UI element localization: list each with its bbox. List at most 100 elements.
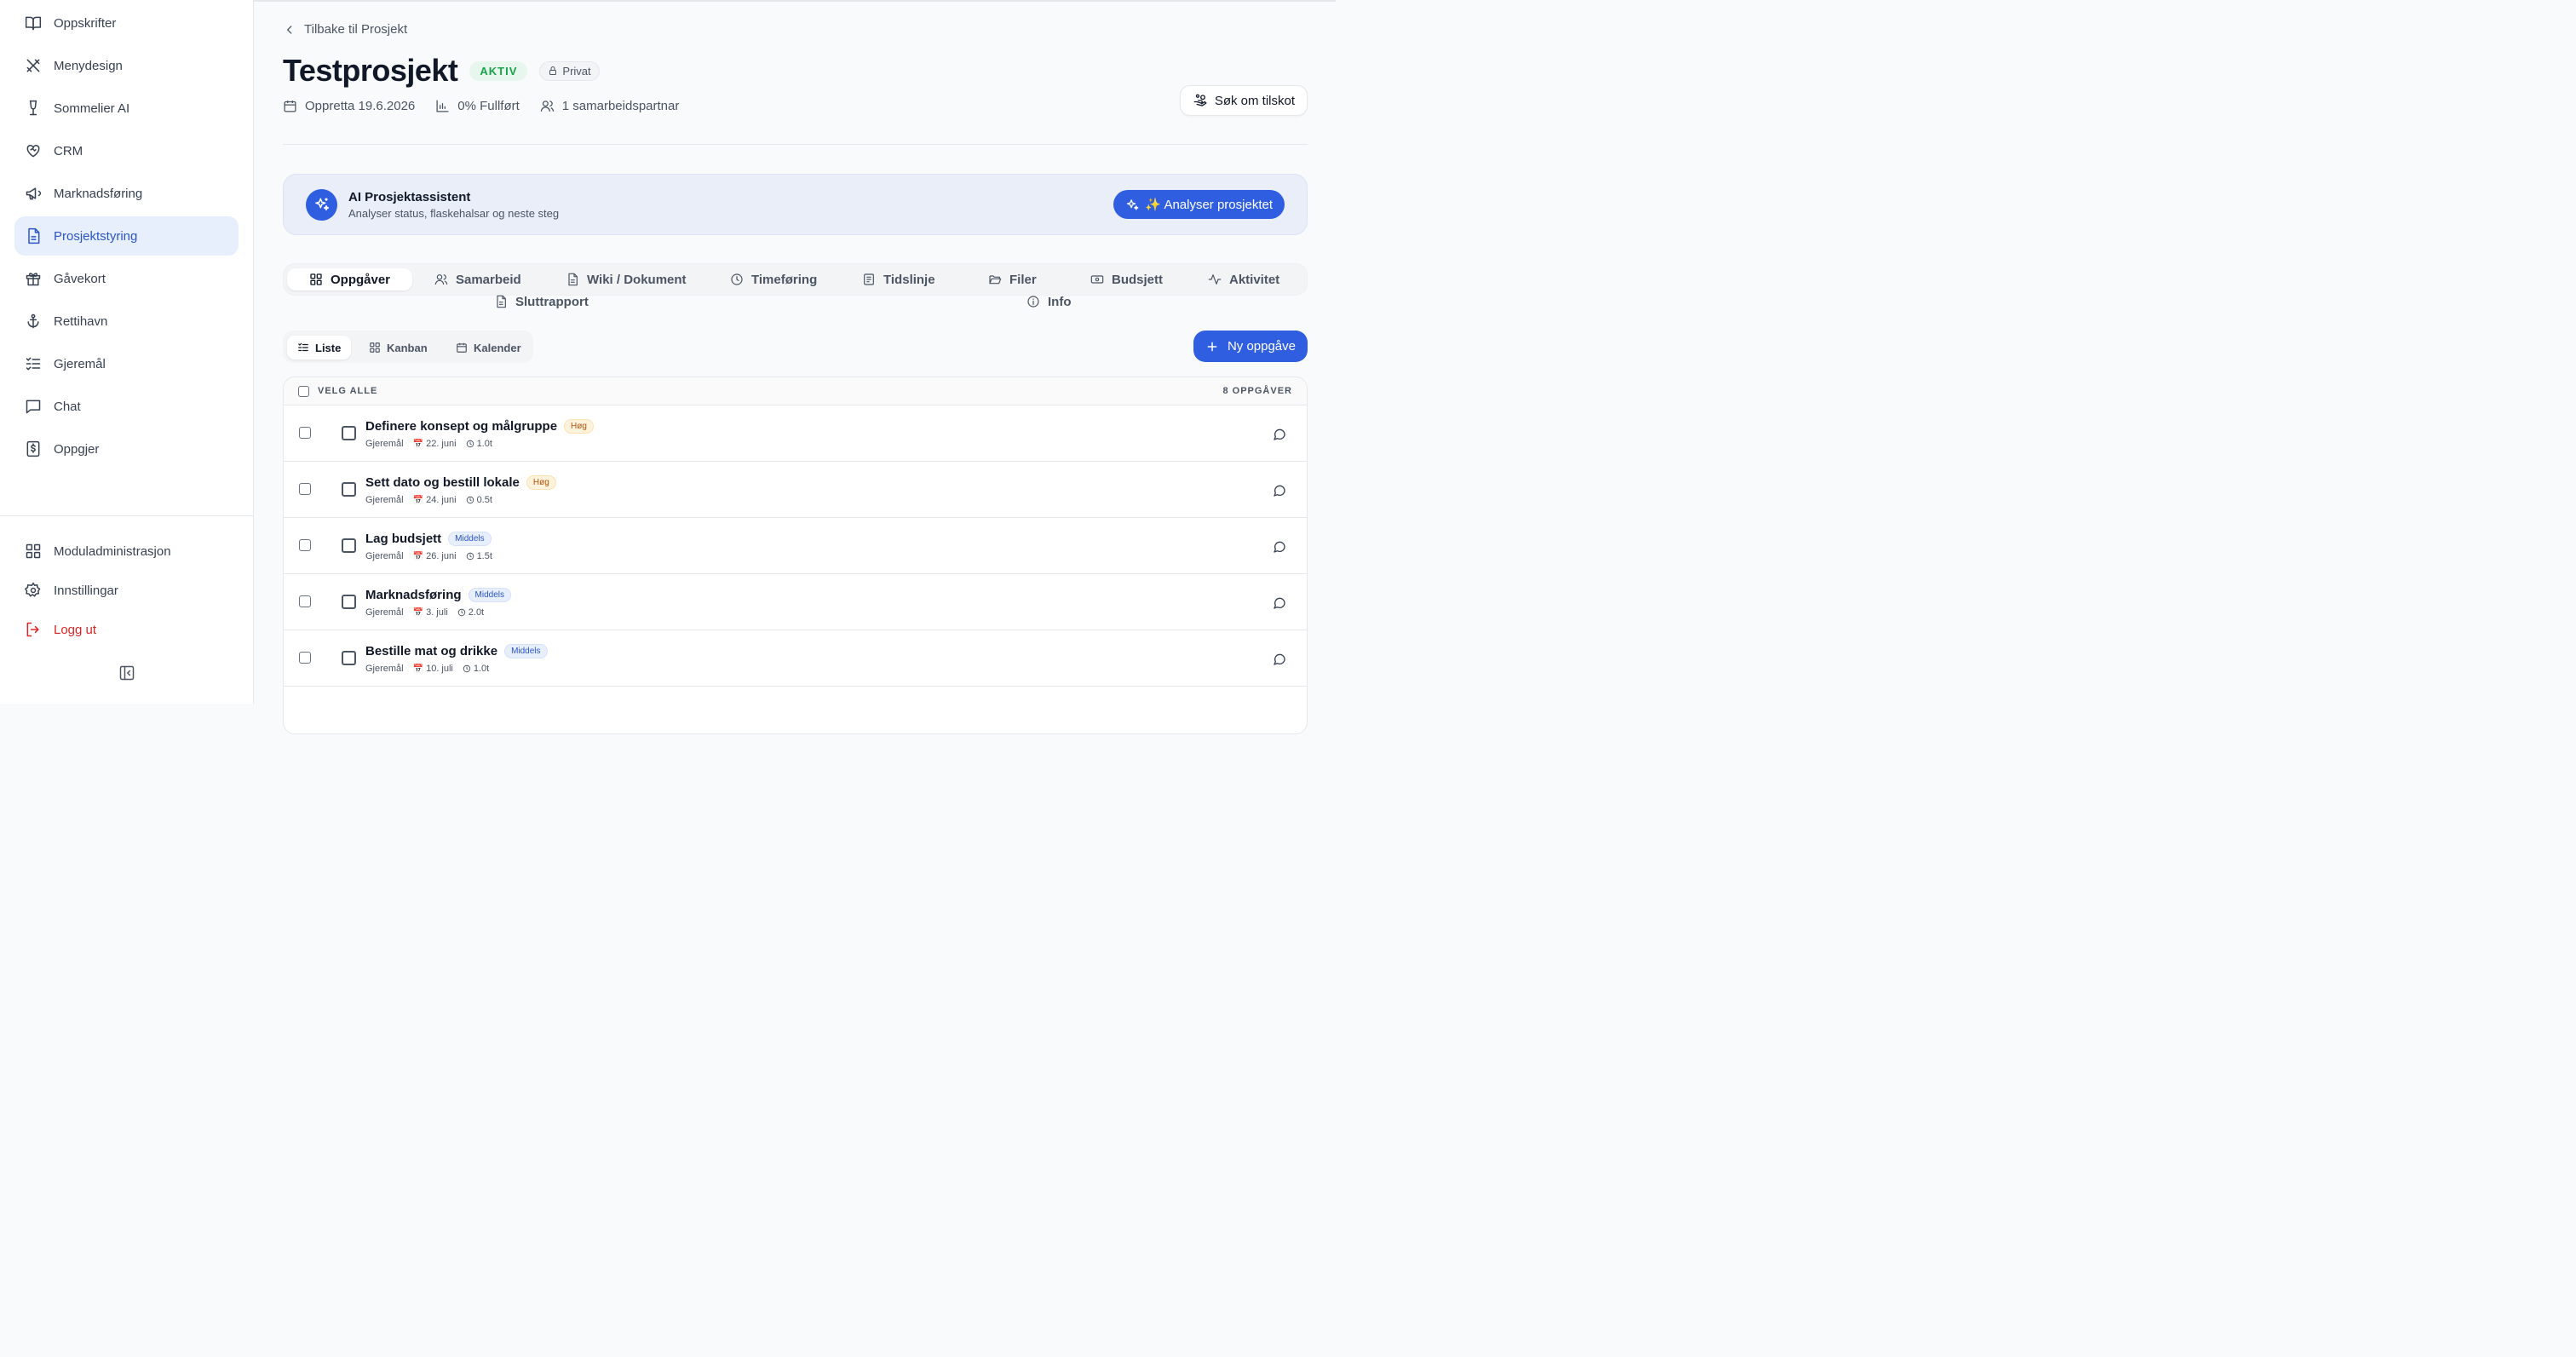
sidebar-item-gjeremal[interactable]: Gjeremål [14, 344, 239, 383]
hand-coins-icon [1193, 94, 1207, 106]
task-hours: 1.0t [463, 664, 489, 674]
view-list-button[interactable]: Liste [287, 336, 352, 359]
task-category: Gjeremål [365, 664, 404, 674]
comment-button[interactable] [1273, 653, 1286, 666]
calendar-emoji-icon: 📅 [412, 607, 424, 618]
comment-button[interactable] [1273, 428, 1286, 441]
task-count: 8 OPPGÅVER [1222, 386, 1292, 396]
task-name[interactable]: Marknadsføring [365, 588, 462, 602]
comment-icon [1274, 597, 1285, 609]
sidebar-item-gavekort[interactable]: Gåvekort [14, 259, 239, 298]
new-task-button[interactable]: Ny oppgåve [1193, 331, 1308, 362]
view-calendar-button[interactable]: Kalender [446, 336, 532, 359]
sidebar-item-marknadsforing[interactable]: Marknadsføring [14, 174, 239, 213]
task-name[interactable]: Lag budsjett [365, 532, 441, 546]
tab-aktivitet[interactable]: Aktivitet [1208, 268, 1279, 290]
clock-icon [466, 552, 474, 561]
document-icon [28, 227, 40, 244]
sidebar-item-label: Marknadsføring [54, 186, 143, 201]
task-complete-checkbox[interactable] [342, 538, 356, 553]
task-complete-checkbox[interactable] [342, 426, 356, 440]
tab-info[interactable]: Info [1026, 290, 1072, 313]
task-date: 22. juni [426, 439, 457, 449]
apply-grant-button[interactable]: Søk om tilskot [1179, 85, 1308, 116]
sidebar-item-chat[interactable]: Chat [14, 387, 239, 426]
row-select-checkbox[interactable] [299, 595, 311, 607]
clock-icon [731, 273, 743, 285]
tab-budsjett[interactable]: Budsjett [1090, 268, 1163, 290]
sidebar-collapse-button[interactable] [118, 664, 135, 681]
sidebar-item-oppgjer[interactable]: Oppgjer [14, 429, 239, 469]
sidebar-item-prosjektstyring[interactable]: Prosjektstyring [14, 216, 239, 256]
tab-wiki[interactable]: Wiki / Dokument [566, 268, 687, 290]
privacy-badge-label: Privat [562, 64, 591, 78]
sidebar-item-label: Logg ut [54, 622, 97, 637]
tab-oppgaver[interactable]: Oppgåver [287, 268, 413, 290]
calendar-emoji-icon: 📅 [412, 495, 424, 505]
sidebar-item-moduladministrasjon[interactable]: Moduladministrasjon [14, 533, 239, 569]
table-row[interactable]: Sett dato og bestill lokale Høg Gjeremål… [284, 462, 1307, 518]
row-select-checkbox[interactable] [299, 483, 311, 495]
megaphone-icon [26, 187, 42, 200]
back-link[interactable]: Tilbake til Prosjekt [284, 22, 407, 37]
calendar-icon [284, 101, 296, 112]
sidebar-item-logout[interactable]: Logg ut [14, 612, 239, 647]
analyze-project-button[interactable]: ✨ Analyser prosjektet [1113, 190, 1285, 219]
clock-icon [466, 440, 474, 448]
task-name[interactable]: Bestille mat og drikke [365, 644, 497, 658]
sidebar-item-label: Sommelier AI [54, 101, 130, 116]
view-kanban-button[interactable]: Kanban [359, 336, 438, 359]
table-row[interactable]: Marknadsføring Middels Gjeremål 📅 3. jul… [284, 574, 1307, 630]
sidebar-item-innstillingar[interactable]: Innstillingar [14, 572, 239, 608]
task-due: 📅 22. juni [413, 439, 457, 449]
task-name[interactable]: Sett dato og bestill lokale [365, 475, 520, 490]
row-select-checkbox[interactable] [299, 427, 311, 439]
sidebar: Oppskrifter Menydesign Sommelier AI CRM … [0, 0, 254, 704]
sidebar-item-crm[interactable]: CRM [14, 131, 239, 170]
header-divider [283, 144, 1308, 145]
task-date: 24. juni [426, 495, 457, 505]
table-row[interactable]: Bestille mat og drikke Middels Gjeremål … [284, 630, 1307, 687]
sidebar-collapse-icon [119, 665, 135, 681]
tab-timeforing[interactable]: Timeføring [730, 268, 817, 290]
project-meta: Oppretta 19.6.2026 0% Fullført 1 samarbe… [283, 99, 679, 113]
row-select-checkbox[interactable] [299, 652, 311, 664]
tab-filer[interactable]: Filer [988, 268, 1037, 290]
table-row[interactable]: Lag budsjett Middels Gjeremål 📅 26. juni… [284, 518, 1307, 574]
sidebar-item-menydesign[interactable]: Menydesign [14, 46, 239, 85]
status-badge: AKTIV [469, 60, 528, 81]
priority-badge: Høg [526, 475, 556, 490]
grid-icon [26, 543, 41, 559]
priority-badge: Middels [448, 532, 492, 546]
tab-tidslinje[interactable]: Tidslinje [862, 268, 935, 290]
row-select-checkbox[interactable] [299, 539, 311, 551]
comment-icon [1274, 428, 1285, 440]
table-row[interactable]: Definere konsept og målgruppe Høg Gjerem… [284, 405, 1307, 462]
clock-icon [463, 664, 471, 673]
calendar-emoji-icon: 📅 [412, 439, 424, 449]
task-complete-checkbox[interactable] [342, 595, 356, 609]
sidebar-item-rettihavn[interactable]: Rettihavn [14, 302, 239, 341]
task-complete-checkbox[interactable] [342, 482, 356, 497]
comment-button[interactable] [1273, 540, 1286, 554]
task-name[interactable]: Definere konsept og målgruppe [365, 419, 557, 434]
sidebar-item-oppskrifter[interactable]: Oppskrifter [14, 3, 239, 43]
task-hours: 1.5t [466, 551, 492, 561]
task-category: Gjeremål [365, 607, 404, 618]
ai-assistant-card: AI Prosjektassistent Analyser status, fl… [283, 174, 1308, 235]
comment-button[interactable] [1273, 484, 1286, 497]
list-box-icon [864, 273, 874, 285]
task-complete-checkbox[interactable] [342, 651, 356, 665]
top-border [254, 0, 1336, 2]
activity-icon [1208, 274, 1222, 285]
sidebar-item-sommelier-ai[interactable]: Sommelier AI [14, 89, 239, 128]
select-all-checkbox[interactable] [298, 385, 309, 397]
ai-title: AI Prosjektassistent [348, 189, 471, 204]
tab-samarbeid[interactable]: Samarbeid [434, 268, 521, 290]
comment-button[interactable] [1273, 596, 1286, 610]
tab-sluttrapport[interactable]: Sluttrapport [494, 290, 589, 313]
receipt-dollar-icon [26, 440, 40, 457]
users-icon [540, 101, 555, 112]
anchor-icon [27, 313, 39, 329]
task-meta: Gjeremål 📅 24. juni 0.5t [365, 495, 492, 505]
